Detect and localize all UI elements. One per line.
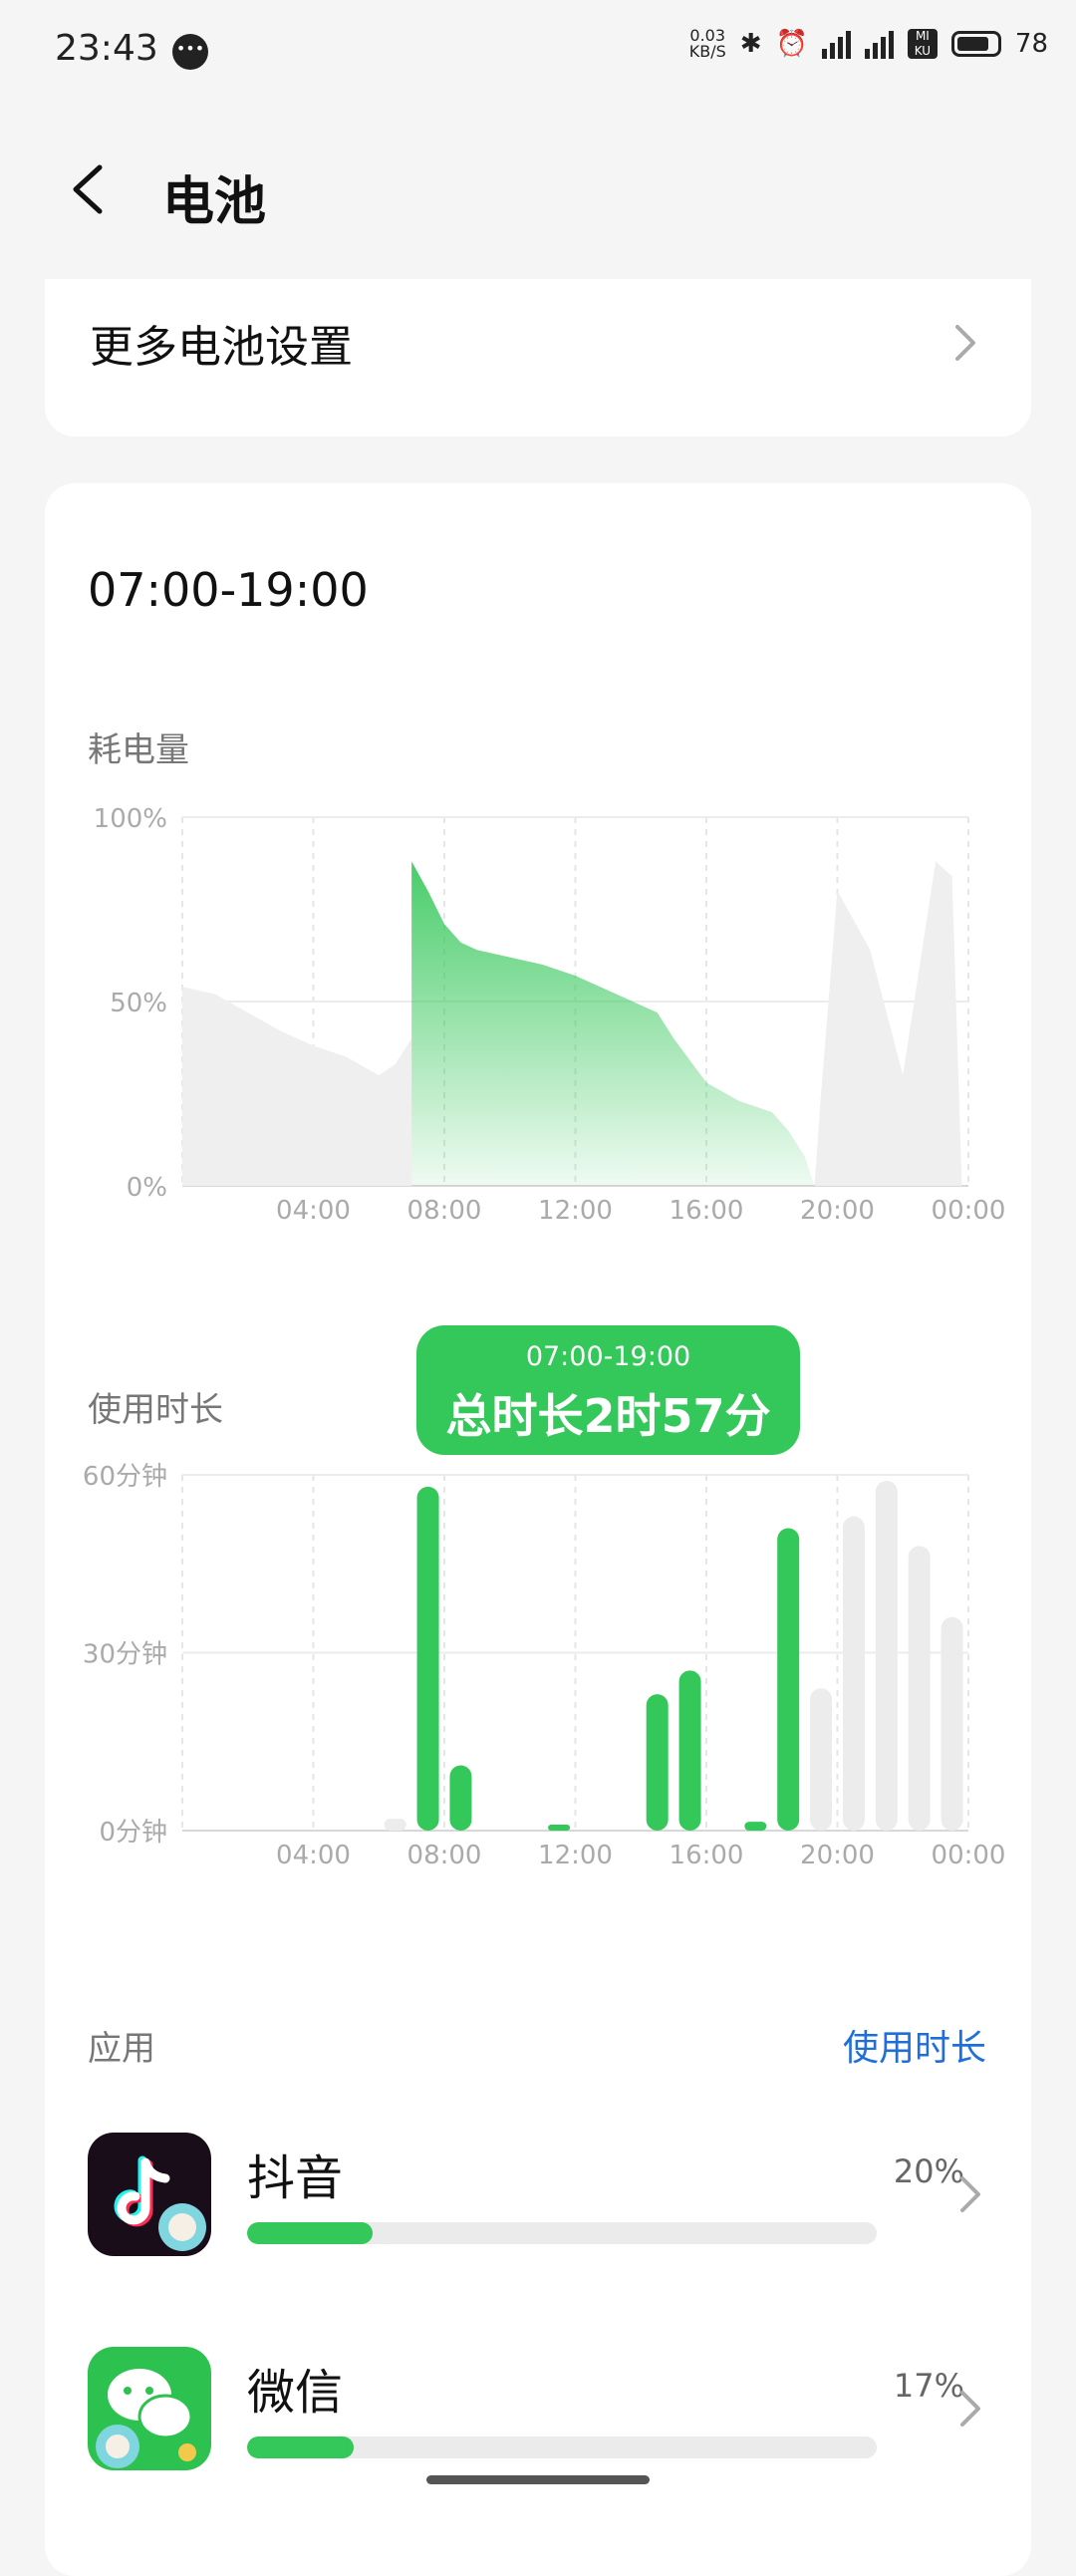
battery-level: 78 [1014,29,1048,59]
back-button[interactable] [60,159,120,219]
app-name: 微信 [247,2365,344,2421]
douyin-icon [88,2133,211,2256]
x-tick-label: 04:00 [276,1196,351,1226]
usage-bar [416,1486,439,1831]
y-tick-label: 50% [110,989,167,1018]
app-percent: 20% [893,2152,964,2190]
usage-tooltip: 07:00-19:00 总时长2时57分 [416,1325,800,1455]
usage-bar [875,1480,898,1831]
battery-icon [950,31,1001,57]
x-tick-label: 12:00 [538,1841,613,1870]
y-tick-label: 0% [127,1173,167,1203]
x-tick-label: 20:00 [800,1841,875,1870]
battery-consumption-chart[interactable]: 100% 50% 0% 04:00 08:00 12:00 16:00 20:00 00:00 [0,797,1076,1246]
home-indicator[interactable] [426,2475,650,2484]
usage-bar [842,1516,865,1831]
later-consumption-area [814,861,962,1186]
app-row-douyin[interactable]: 抖音 20% [88,2133,994,2272]
app-usage-bar [247,2436,877,2458]
chevron-right-icon [960,2391,980,2427]
x-tick-label: 16:00 [670,1841,744,1870]
signal-icon [821,29,851,59]
status-bar: 23:43 ••• 0.03 KB/S ✱ ⏰ MI KU 78 [0,0,1076,100]
y-tick-label: 60分钟 [83,1462,167,1492]
usage-label: 使用时长 [88,1390,223,1430]
more-settings-row[interactable]: 更多电池设置 [45,279,1031,436]
y-tick-label: 30分钟 [83,1640,167,1670]
usage-bar [941,1616,963,1831]
message-icon: ••• [172,34,208,70]
status-icons: 0.03 KB/S ✱ ⏰ MI KU 78 [689,28,1048,60]
x-tick-label: 20:00 [800,1196,875,1226]
x-tick-label: 08:00 [407,1196,482,1226]
apps-label: 应用 [88,2029,155,2069]
x-tick-label: 08:00 [407,1841,482,1870]
net-speed: 0.03 KB/S [688,26,726,61]
app-usage-bar [247,2222,877,2244]
usage-bar [678,1670,701,1831]
usage-bar [810,1688,833,1831]
signal-icon [864,29,894,59]
app-row-wechat[interactable]: 微信 17% [88,2347,994,2486]
x-tick-label: 00:00 [932,1196,1006,1226]
wechat-icon [88,2347,211,2470]
x-tick-label: 12:00 [538,1196,613,1226]
chevron-right-icon [960,2176,980,2212]
tooltip-range: 07:00-19:00 [525,1341,691,1372]
usage-duration-chart[interactable]: 60分钟 30分钟 0分钟 04:00 08:00 12:00 16:00 20:00 00:0… [0,1435,1076,1883]
usage-bar [548,1825,571,1831]
time-range: 07:00-19:00 [88,563,369,617]
usage-bar [777,1528,800,1831]
x-tick-label: 16:00 [670,1196,744,1226]
bluetooth-icon: ✱ [739,29,762,59]
usage-bar [384,1819,406,1831]
app-percent: 17% [893,2367,964,2405]
x-tick-label: 00:00 [932,1841,1006,1870]
usage-bar [449,1765,472,1831]
usage-bar [908,1546,931,1831]
more-settings-label: 更多电池设置 [90,322,353,373]
page-header: 电池 [0,130,1076,249]
selected-consumption-area [411,861,815,1186]
app-usage-fill [247,2222,374,2244]
app-usage-fill [247,2436,355,2458]
mi-icon: MI KU [907,29,938,59]
app-name: 抖音 [247,2150,344,2206]
page-title: 电池 [162,172,267,232]
status-time: 23:43 [55,28,158,69]
chevron-right-icon [955,325,975,361]
usage-bar [646,1694,669,1831]
x-tick-label: 04:00 [276,1841,351,1870]
y-tick-label: 0分钟 [99,1818,167,1848]
past-consumption-area [182,987,412,1186]
y-tick-label: 100% [94,804,167,834]
tooltip-total: 总时长2时57分 [445,1389,771,1443]
usage-bar [744,1822,767,1831]
sort-by-usage-link[interactable]: 使用时长 [843,2019,986,2071]
alarm-icon: ⏰ [775,29,808,59]
consumption-label: 耗电量 [88,730,189,770]
